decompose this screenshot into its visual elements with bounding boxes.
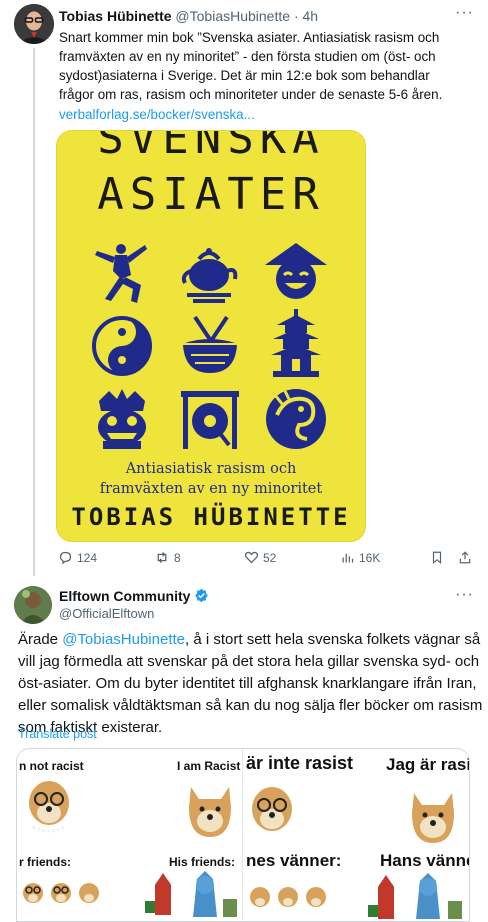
meme-text-bottom-left: nes vänner: (246, 851, 342, 870)
dragon-icon (266, 389, 326, 449)
meme-text-top-left: n not racist (19, 759, 84, 773)
repost-button[interactable]: 8 (154, 550, 181, 565)
author-name[interactable]: Elftown Community (59, 588, 190, 604)
heart-icon (244, 551, 259, 564)
bookmark-button[interactable] (430, 550, 444, 565)
translate-post-link[interactable]: Translate post (18, 727, 97, 741)
author-name[interactable]: Tobias Hübinette (59, 8, 172, 24)
avatar[interactable] (14, 4, 54, 44)
lion-dance-head-icon (98, 389, 146, 449)
book-subtitle-line2: framväxten av en ny minoritet (99, 481, 323, 497)
doge-icon (189, 787, 231, 837)
timestamp[interactable]: 4h (303, 8, 319, 24)
small-doges-icon (250, 887, 326, 907)
tweet-text: Ärade @TobiasHubinette, å i stort sett h… (18, 629, 488, 739)
avatar[interactable] (14, 586, 52, 624)
villain-characters-icon (368, 873, 462, 919)
meme-panel-english: n not racist I am Racist r friends: His … (17, 749, 242, 921)
repost-icon (157, 552, 167, 563)
like-button[interactable]: 52 (244, 550, 276, 565)
meme-text-top-right: Jag är rasi (386, 755, 469, 774)
noodle-bowl-icon (183, 315, 237, 373)
book-title-line1: SVENSKA (97, 130, 325, 164)
like-count: 52 (263, 550, 277, 565)
tweet-header: Elftown Community (59, 588, 209, 604)
yin-yang-icon (92, 316, 152, 376)
share-button[interactable] (458, 550, 472, 565)
kungfu-figure-icon (95, 244, 147, 303)
meme-text-top-left: är inte rasist (246, 753, 354, 773)
tweet-header: Tobias Hübinette @TobiasHubinette · 4h (59, 8, 318, 24)
tweet-elftown[interactable]: Elftown Community @OfficialElftown ··· Ä… (0, 576, 488, 922)
bookmark-icon (432, 551, 442, 564)
book-title-line2: ASIATER (97, 169, 325, 220)
tweet-tobias[interactable]: Tobias Hübinette @TobiasHubinette · 4h ·… (0, 0, 488, 576)
meme-image[interactable]: n not racist I am Racist r friends: His … (16, 748, 470, 922)
verified-badge-icon (195, 588, 209, 603)
share-icon (459, 551, 471, 564)
avatar-photo-icon (14, 4, 54, 44)
reply-icon (59, 551, 72, 565)
avatar-elftown-icon (14, 586, 52, 624)
reply-count: 124 (77, 550, 98, 565)
doge-icon (412, 793, 454, 843)
tweet-text: Snart kommer min bok ”Svenska asiater. A… (59, 30, 443, 102)
meme-text-bottom-right: Hans vänne (380, 851, 469, 870)
thread-connector (33, 48, 35, 576)
smiling-face-hat-icon (265, 243, 327, 299)
small-doges-icon (23, 883, 99, 903)
gong-icon (181, 391, 239, 449)
tweet-actions: 124 8 52 16K (56, 550, 471, 570)
mention-link[interactable]: @TobiasHubinette (62, 631, 185, 648)
author-handle[interactable]: @OfficialElftown (59, 606, 154, 621)
repost-count: 8 (174, 550, 181, 565)
author-handle[interactable]: @TobiasHubinette (175, 8, 290, 24)
book-subtitle-line1: Antiasiatisk rasism och (125, 461, 297, 477)
meme-panel-swedish: är inte rasist Jag är rasi nes vänner: H… (244, 749, 469, 921)
more-options-icon[interactable]: ··· (455, 586, 474, 604)
more-options-icon[interactable]: ··· (455, 4, 474, 22)
text-intro: Ärade (18, 631, 63, 648)
meme-text-top-right: I am Racist (177, 759, 241, 773)
separator-dot: · (293, 8, 299, 24)
views-icon (342, 553, 354, 563)
reply-button[interactable]: 124 (58, 550, 97, 565)
villain-characters-icon (145, 871, 237, 917)
book-cover-image[interactable]: SVENSKA ASIATER Antiasiatisk rasism och … (56, 130, 366, 542)
teapot-icon (181, 248, 238, 303)
doge-glasses-icon (252, 787, 292, 831)
views-button[interactable]: 16K (340, 550, 380, 565)
pagoda-icon (271, 309, 321, 377)
book-subtitle: Antiasiatisk rasism och framväxten av en… (57, 459, 365, 499)
meme-text-bottom-left: r friends: (19, 855, 72, 869)
views-count: 16K (359, 550, 381, 565)
doge-glasses-icon (29, 781, 69, 833)
book-author: TOBIAS HÜBINETTE (71, 503, 351, 531)
tweet-link[interactable]: verbalforlag.se/bocker/svenska... (59, 107, 255, 122)
